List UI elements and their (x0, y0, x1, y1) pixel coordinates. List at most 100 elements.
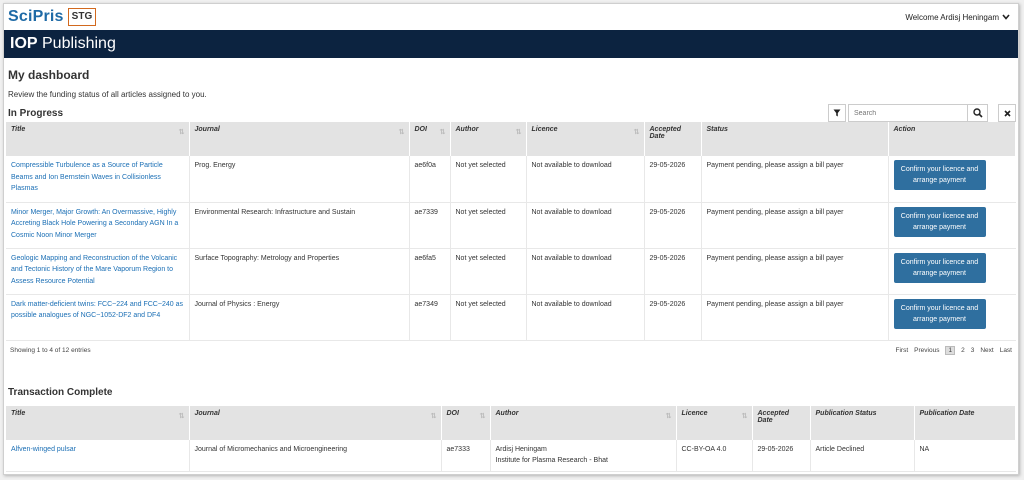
pager-previous[interactable]: Previous (914, 347, 939, 354)
cell-accepted-date: 29-05-2026 (644, 156, 702, 203)
cell-journal: Journal of Micromechanics and Microengin… (189, 439, 442, 472)
cell-author: Not yet selected (450, 156, 527, 203)
article-title-link[interactable]: Compressible Turbulence as a Source of P… (11, 162, 163, 192)
cell-title: Minor Merger, Major Growth: An Overmassi… (6, 202, 190, 249)
publisher-banner: IOP Publishing (4, 30, 1018, 58)
cell-accepted-date: 29-05-2026 (752, 439, 811, 472)
column-header-journal[interactable]: Journal ⇅ (189, 405, 442, 440)
pager-page-3[interactable]: 3 (971, 347, 975, 354)
table-row: Minor Merger, Major Growth: An Overmassi… (6, 202, 1016, 249)
cell-author: Ardisj Heningam Institute for Plasma Res… (490, 439, 677, 472)
page-title: My dashboard (8, 68, 90, 82)
chevron-down-icon (1002, 13, 1010, 22)
cell-journal: Journal of Physics : Energy (189, 294, 410, 341)
cell-action: Confirm your licence and arrange payment (888, 156, 1016, 203)
cell-author: Not yet selected (450, 294, 527, 341)
search-button[interactable] (967, 105, 987, 121)
author-institution: Institute for Plasma Research - Bhat (495, 457, 608, 464)
search-box (848, 104, 988, 122)
clear-search-button[interactable] (998, 104, 1016, 122)
cell-accepted-date: 29-05-2026 (644, 248, 702, 295)
cell-doi: ae7349 (409, 294, 451, 341)
confirm-licence-button[interactable]: Confirm your licence and arrange payment (893, 206, 986, 237)
filter-icon (833, 109, 841, 117)
cell-doi: ae7333 (441, 439, 491, 472)
confirm-licence-button[interactable]: Confirm your licence and arrange payment (893, 252, 986, 283)
pager-page-2[interactable]: 2 (961, 347, 965, 354)
author-name: Ardisj Heningam (495, 445, 547, 453)
column-header-licence[interactable]: Licence ⇅ (526, 122, 645, 156)
cell-licence: CC-BY-OA 4.0 (676, 439, 753, 472)
pager-last[interactable]: Last (1000, 347, 1012, 354)
table-footer: Showing 1 to 4 of 12 entries First Previ… (6, 341, 1016, 361)
pagination: First Previous 1 2 3 Next Last (896, 346, 1012, 355)
entries-info: Showing 1 to 4 of 12 entries (10, 347, 91, 354)
pager-first[interactable]: First (896, 347, 909, 354)
column-header-title[interactable]: Title ⇅ (6, 122, 190, 156)
sort-icon: ⇅ (479, 412, 486, 420)
cell-status: Payment pending, please assign a bill pa… (701, 202, 889, 249)
sort-icon: ⇅ (398, 129, 405, 136)
column-header-accepted-date[interactable]: Accepted Date (644, 122, 702, 156)
cell-accepted-date: 29-05-2026 (644, 294, 702, 341)
environment-badge: STG (67, 8, 97, 26)
article-title-link[interactable]: Minor Merger, Major Growth: An Overmassi… (11, 209, 178, 239)
publisher-logo: IOP Publishing (10, 35, 116, 52)
logo[interactable]: SciPris STG (8, 8, 97, 26)
pager-next[interactable]: Next (980, 347, 993, 354)
cell-doi: ae6fa5 (409, 248, 451, 295)
table-row: Geologic Mapping and Reconstruction of t… (6, 248, 1016, 295)
column-header-author[interactable]: Author ⇅ (490, 405, 677, 440)
app-window: SciPris STG Welcome Ardisj Heningam IOP … (3, 3, 1019, 475)
table-row: Dark matter-deficient twins: FCC~224 and… (6, 294, 1016, 341)
column-header-accepted-date[interactable]: Accepted Date (752, 405, 811, 440)
search-input[interactable] (849, 105, 968, 121)
column-header-journal[interactable]: Journal ⇅ (189, 122, 410, 156)
column-header-title[interactable]: Title ⇅ (6, 405, 190, 440)
cell-doi: ae7339 (409, 202, 451, 249)
cell-doi: ae6f0a (409, 156, 451, 203)
sort-icon: ⇅ (430, 412, 437, 420)
transaction-complete-title: Transaction Complete (8, 386, 113, 398)
cell-author: Not yet selected (450, 202, 527, 249)
sort-icon: ⇅ (439, 129, 446, 136)
column-header-doi[interactable]: DOI ⇅ (409, 122, 451, 156)
cell-publication-date: NA (914, 439, 1016, 472)
confirm-licence-button[interactable]: Confirm your licence and arrange payment (893, 298, 986, 329)
column-header-status[interactable]: Status (701, 122, 889, 156)
column-header-publication-date[interactable]: Publication Date (914, 405, 1016, 440)
welcome-text: Welcome Ardisj Heningam (905, 12, 999, 22)
scipris-logo: SciPris (8, 8, 64, 25)
cell-licence: Not available to download (526, 202, 645, 249)
pager-page-1[interactable]: 1 (945, 346, 956, 355)
article-title-link[interactable]: Dark matter-deficient twins: FCC~224 and… (11, 301, 183, 320)
cell-action: Confirm your licence and arrange payment (888, 294, 1016, 341)
column-header-licence[interactable]: Licence ⇅ (676, 405, 753, 440)
article-title-link[interactable]: Geologic Mapping and Reconstruction of t… (11, 255, 177, 285)
cell-status: Payment pending, please assign a bill pa… (701, 248, 889, 295)
sort-icon: ⇅ (665, 412, 672, 420)
column-header-publication-status[interactable]: Publication Status (810, 405, 915, 440)
user-menu[interactable]: Welcome Ardisj Heningam (905, 13, 1010, 22)
top-bar: SciPris STG Welcome Ardisj Heningam (4, 4, 1018, 30)
cell-publication-status: Article Declined (810, 439, 915, 472)
in-progress-title: In Progress (8, 108, 64, 119)
cell-journal: Prog. Energy (189, 156, 410, 203)
search-icon (972, 108, 983, 118)
transaction-complete-table: Title ⇅ Journal ⇅ DOI ⇅ Author ⇅ Licence ⇅ Ac… (6, 405, 1016, 472)
cell-licence: Not available to download (526, 156, 645, 203)
confirm-licence-button[interactable]: Confirm your licence and arrange payment (893, 160, 986, 190)
cell-title: Alfven-winged pulsar (6, 439, 190, 472)
table-header-row: Title ⇅ Journal ⇅ DOI ⇅ Author ⇅ Licence ⇅ Ac… (6, 122, 1016, 156)
column-header-author[interactable]: Author ⇅ (450, 122, 527, 156)
cell-title: Compressible Turbulence as a Source of P… (6, 156, 190, 203)
page-subtitle: Review the funding status of all article… (8, 90, 207, 99)
cell-accepted-date: 29-05-2026 (644, 202, 702, 249)
column-header-doi[interactable]: DOI ⇅ (441, 405, 491, 440)
cell-action: Confirm your licence and arrange payment (888, 248, 1016, 295)
cell-licence: Not available to download (526, 248, 645, 295)
article-title-link[interactable]: Alfven-winged pulsar (11, 446, 76, 453)
sort-icon: ⇅ (515, 129, 522, 136)
cell-title: Geologic Mapping and Reconstruction of t… (6, 248, 190, 295)
filter-button[interactable] (828, 104, 846, 122)
